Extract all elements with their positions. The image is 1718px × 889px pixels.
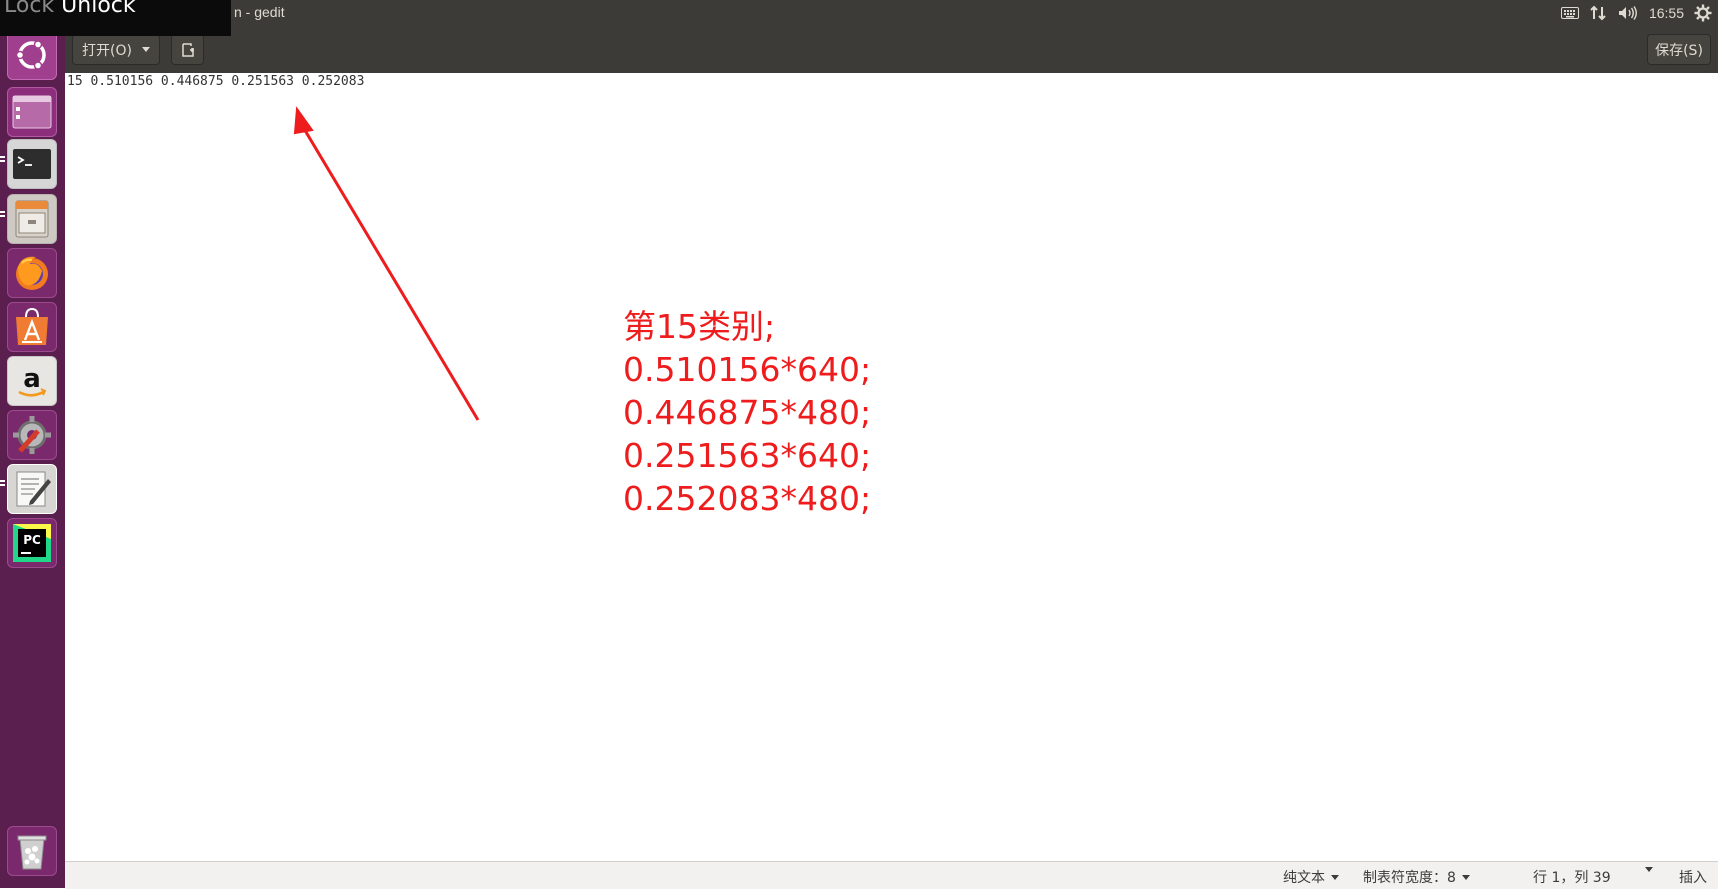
clock[interactable]: 16:55 (1649, 3, 1684, 23)
running-indicator (0, 480, 5, 488)
tab-width-selector[interactable]: 制表符宽度：8 (1363, 867, 1470, 887)
workspace-switcher-icon (12, 95, 52, 129)
gear-icon[interactable] (1694, 3, 1712, 23)
volume-icon[interactable] (1617, 3, 1639, 23)
new-document-icon (181, 42, 194, 57)
top-panel: n - gedit 16:55 (0, 0, 1718, 26)
annotation-line: 0.446875*480; (623, 393, 872, 432)
text-editor-icon (16, 471, 51, 507)
language-selector[interactable]: 纯文本 (1283, 867, 1339, 887)
chevron-down-icon (141, 47, 150, 52)
trash-icon (17, 835, 47, 870)
pycharm-label: PC (23, 533, 41, 547)
open-button-label: 打开(O) (82, 42, 132, 59)
launcher-item-text-editor[interactable] (7, 464, 57, 514)
launcher-item-dash[interactable] (7, 30, 57, 80)
lock-label: Lock (4, 0, 55, 18)
new-tab-button[interactable] (171, 34, 204, 65)
annotation-line: 第15类别; (623, 307, 776, 346)
cursor-position[interactable]: 行 1，列 39 (1533, 867, 1611, 887)
position-menu-button[interactable] (1645, 867, 1653, 872)
overwrite-mode[interactable]: 插入 (1679, 867, 1707, 887)
software-center-icon (16, 307, 48, 345)
launcher: a PC (0, 26, 66, 888)
unlock-label: Unlock (61, 0, 136, 18)
text-editor-area[interactable]: 15 0.510156 0.446875 0.251563 0.252083 (65, 73, 1718, 861)
statusbar: 纯文本 制表符宽度：8 行 1，列 39 插入 (65, 861, 1718, 889)
chevron-down-icon (1461, 874, 1470, 880)
launcher-item-trash[interactable] (7, 826, 57, 876)
pycharm-icon: PC (13, 524, 51, 562)
ubuntu-logo-icon (15, 40, 46, 70)
system-settings-icon (13, 416, 51, 454)
lock-overlay: Lock Unlock (0, 0, 231, 36)
terminal-icon (13, 149, 51, 179)
open-button[interactable]: 打开(O) (72, 34, 160, 65)
cursor-position-label: 行 1，列 39 (1533, 870, 1611, 886)
chevron-down-icon (1331, 874, 1339, 880)
network-icon[interactable] (1589, 3, 1607, 23)
launcher-item-terminal[interactable] (7, 139, 57, 189)
launcher-item-firefox[interactable] (7, 248, 57, 298)
chevron-down-icon (1645, 867, 1653, 872)
indicator-area: 16:55 (1560, 0, 1718, 26)
tab-width-label: 制表符宽度：8 (1363, 870, 1456, 886)
window-title: n - gedit (234, 4, 285, 20)
annotation-text: 第15类别; 0.510156*640; 0.446875*480; 0.251… (623, 305, 871, 520)
language-label: 纯文本 (1283, 870, 1325, 886)
launcher-item-workspaces[interactable] (7, 87, 57, 137)
headerbar: 打开(O) 保存(S) (65, 26, 1718, 74)
launcher-item-software[interactable] (7, 302, 57, 352)
mode-label: 插入 (1679, 870, 1707, 886)
launcher-item-pycharm[interactable]: PC (7, 518, 57, 568)
amazon-icon: a (18, 364, 47, 397)
launcher-item-files[interactable] (7, 194, 57, 244)
svg-text:a: a (23, 364, 41, 394)
firefox-icon (16, 256, 48, 290)
keyboard-icon[interactable] (1560, 3, 1579, 23)
save-button[interactable]: 保存(S) (1647, 34, 1711, 65)
annotation-line: 0.251563*640; (623, 436, 872, 475)
launcher-item-settings[interactable] (7, 410, 57, 460)
running-indicator (0, 156, 5, 164)
editor-line-1[interactable]: 15 0.510156 0.446875 0.251563 0.252083 (67, 74, 364, 89)
launcher-item-amazon[interactable]: a (7, 356, 57, 406)
annotation-line: 0.252083*480; (623, 479, 872, 518)
file-cabinet-icon (15, 200, 49, 238)
running-indicator (0, 211, 5, 219)
save-button-label: 保存(S) (1655, 42, 1703, 59)
annotation-line: 0.510156*640; (623, 350, 872, 389)
